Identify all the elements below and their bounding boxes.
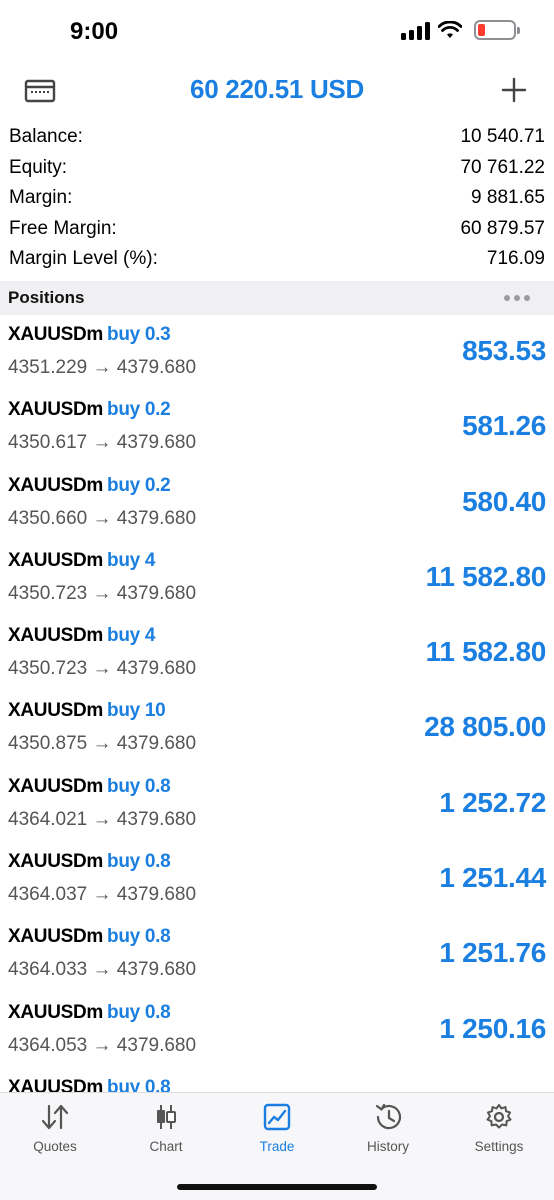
position-row[interactable]: XAUUSDm buy 0.2 4350.617 → 4379.680 581.2… (0, 390, 554, 465)
position-prices: 4351.229 → 4379.680 (8, 357, 197, 378)
position-symbol: XAUUSDm buy 10 (8, 700, 166, 722)
position-row[interactable]: XAUUSDm buy 0.8 4364.053 → 4379.680 1 250… (0, 993, 554, 1068)
summary-label: Margin Level (%): (9, 248, 158, 270)
position-symbol: XAUUSDm buy 0.8 (8, 926, 171, 948)
battery-level (478, 24, 485, 36)
position-profit: 1 252.72 (439, 786, 546, 818)
status-time: 9:00 (70, 18, 119, 45)
account-balance-title: 60 220.51 USD (190, 74, 364, 104)
position-side-volume: buy 0.2 (107, 474, 171, 496)
position-row[interactable]: XAUUSDm buy 0.8 (0, 1068, 554, 1092)
status-icons (401, 20, 520, 40)
position-profit: 28 805.00 (424, 711, 546, 743)
summary-row-balance: Balance: 10 540.71 (0, 122, 554, 153)
position-row[interactable]: XAUUSDm buy 4 4350.723 → 4379.680 11 582.… (0, 616, 554, 691)
tab-history[interactable]: History (333, 1103, 443, 1154)
positions-title: Positions (8, 288, 85, 307)
tab-quotes[interactable]: Quotes (0, 1103, 110, 1154)
position-profit: 1 251.76 (439, 937, 546, 969)
summary-value: 60 879.57 (460, 217, 545, 239)
summary-value: 70 761.22 (460, 156, 545, 178)
quotes-icon (41, 1104, 69, 1130)
summary-row-margin-level: Margin Level (%): 716.09 (0, 244, 554, 275)
position-row[interactable]: XAUUSDm buy 0.8 4364.021 → 4379.680 1 252… (0, 767, 554, 842)
summary-label: Balance: (9, 126, 83, 148)
position-prices: 4350.723 → 4379.680 (8, 582, 197, 604)
battery-icon (474, 20, 520, 40)
position-side-volume: buy 0.2 (107, 399, 171, 421)
position-prices: 4350.617 → 4379.680 (8, 432, 197, 454)
tab-label: Chart (149, 1139, 183, 1154)
account-summary: Balance: 10 540.71 Equity: 70 761.22 Mar… (0, 122, 554, 275)
position-profit: 581.26 (462, 410, 546, 442)
position-row[interactable]: XAUUSDm buy 0.3 4351.229 → 4379.680 853.5… (0, 315, 554, 390)
status-bar: 9:00 (0, 0, 554, 66)
settings-icon (486, 1104, 512, 1129)
summary-label: Free Margin: (9, 217, 117, 239)
position-profit: 853.53 (462, 335, 546, 366)
position-symbol: XAUUSDm buy 4 (8, 549, 156, 571)
position-row[interactable]: XAUUSDm buy 0.8 4364.033 → 4379.680 1 251… (0, 917, 554, 992)
trade-icon (263, 1103, 291, 1131)
position-prices: 4364.021 → 4379.680 (8, 808, 197, 830)
summary-label: Equity: (9, 156, 68, 178)
summary-row-equity: Equity: 70 761.22 (0, 153, 554, 184)
tab-label: Settings (474, 1139, 524, 1154)
position-prices: 4350.875 → 4379.680 (8, 733, 197, 755)
position-symbol: XAUUSDm buy 0.2 (8, 474, 171, 496)
position-symbol: XAUUSDm buy 0.3 (8, 324, 171, 345)
position-row[interactable]: XAUUSDm buy 4 4350.723 → 4379.680 11 582.… (0, 541, 554, 616)
history-icon (375, 1103, 402, 1130)
position-symbol: XAUUSDm buy 0.2 (8, 399, 171, 421)
position-symbol: XAUUSDm buy 0.8 (8, 851, 171, 873)
summary-value: 10 540.71 (460, 126, 545, 148)
position-side-volume: buy 4 (107, 549, 156, 571)
tab-label: Quotes (33, 1139, 77, 1154)
tab-label: Trade (259, 1139, 295, 1154)
position-row[interactable]: XAUUSDm buy 0.8 4364.037 → 4379.680 1 251… (0, 842, 554, 917)
position-profit: 11 582.80 (425, 560, 547, 592)
position-side-volume: buy 4 (107, 625, 156, 647)
header: 60 220.51 USD (0, 66, 554, 116)
position-prices: 4350.660 → 4379.680 (8, 507, 197, 529)
position-symbol: XAUUSDm buy 0.8 (8, 1001, 171, 1023)
cellular-signal-icon (401, 20, 430, 40)
position-prices: 4350.723 → 4379.680 (8, 658, 197, 680)
positions-list[interactable]: XAUUSDm buy 0.3 4351.229 → 4379.680 853.5… (0, 315, 554, 1092)
wifi-icon (438, 21, 462, 38)
position-side-volume: buy 10 (107, 700, 166, 722)
position-profit: 580.40 (462, 485, 546, 517)
position-row[interactable]: XAUUSDm buy 10 4350.875 → 4379.680 28 805… (0, 691, 554, 766)
position-side-volume: buy 0.8 (107, 926, 171, 948)
summary-row-free-margin: Free Margin: 60 879.57 (0, 214, 554, 245)
plus-icon[interactable] (500, 76, 528, 104)
tab-label: History (366, 1139, 409, 1154)
position-side-volume: buy 0.3 (107, 324, 171, 345)
chart-icon (157, 1105, 176, 1129)
position-symbol: XAUUSDm buy 0.8 (8, 775, 171, 797)
tab-chart[interactable]: Chart (111, 1103, 221, 1154)
summary-row-margin: Margin: 9 881.65 (0, 183, 554, 214)
position-symbol: XAUUSDm buy 0.8 (8, 1076, 171, 1092)
more-options-icon[interactable] (504, 295, 530, 301)
position-side-volume: buy 0.8 (107, 1001, 171, 1023)
summary-value: 716.09 (486, 248, 545, 270)
position-side-volume: buy 0.8 (107, 775, 171, 797)
summary-label: Margin: (9, 187, 73, 209)
tab-settings[interactable]: Settings (444, 1103, 554, 1154)
positions-section-header: Positions (0, 281, 554, 315)
position-profit: 1 250.16 (439, 1012, 546, 1044)
position-prices: 4364.053 → 4379.680 (8, 1034, 197, 1056)
position-profit: 1 251.44 (439, 862, 546, 894)
summary-value: 9 881.65 (471, 187, 545, 209)
position-side-volume: buy 0.8 (107, 851, 171, 873)
position-prices: 4364.037 → 4379.680 (8, 884, 197, 906)
home-indicator (177, 1184, 377, 1190)
position-profit: 11 582.80 (425, 636, 547, 668)
position-side-volume: buy 0.8 (107, 1076, 171, 1092)
position-row[interactable]: XAUUSDm buy 0.2 4350.660 → 4379.680 580.4… (0, 466, 554, 541)
position-symbol: XAUUSDm buy 4 (8, 625, 156, 647)
tab-trade[interactable]: Trade (222, 1103, 332, 1154)
position-prices: 4364.033 → 4379.680 (8, 959, 197, 981)
